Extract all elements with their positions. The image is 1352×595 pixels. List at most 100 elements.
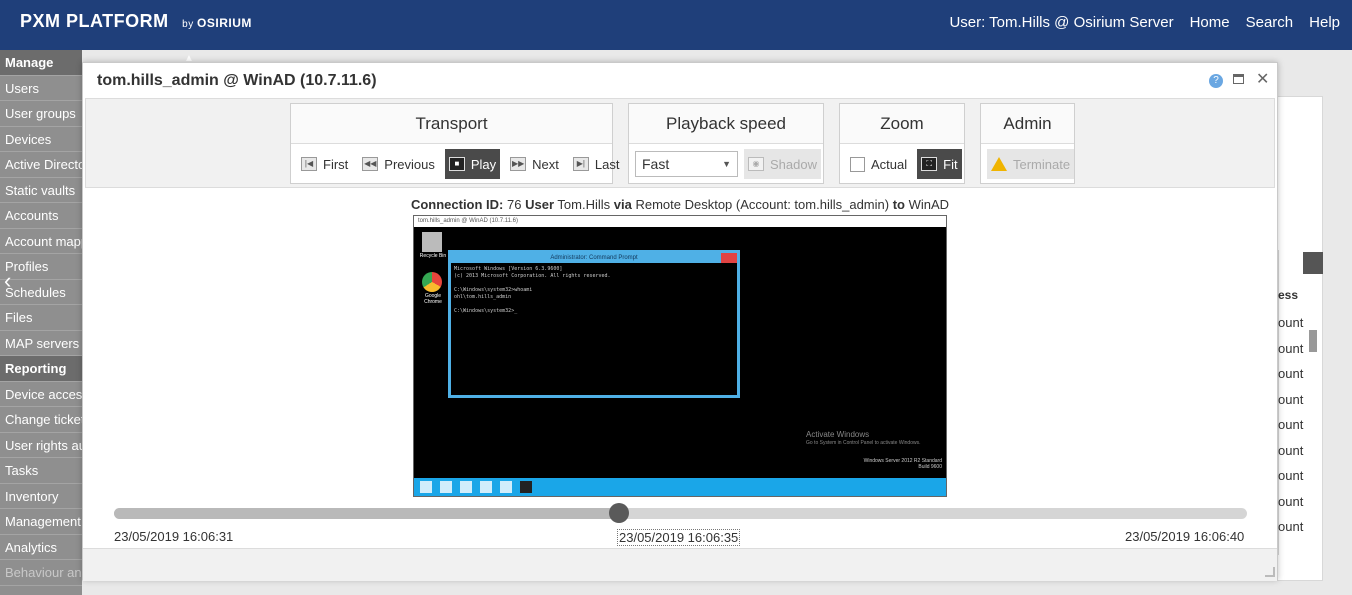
admin-group: Admin Terminate bbox=[980, 103, 1075, 184]
shadow-label: Shadow bbox=[770, 156, 817, 172]
background-table-cell: ount bbox=[1278, 391, 1304, 407]
sidebar-item[interactable]: Accounts bbox=[0, 203, 82, 229]
background-table-cell: ount bbox=[1278, 417, 1304, 432]
timeline-current: 23/05/2019 16:06:35 bbox=[617, 529, 741, 546]
background-table-cell: ount bbox=[1278, 366, 1304, 381]
admin-title: Admin bbox=[981, 104, 1074, 144]
sidebar-item[interactable]: Device access bbox=[0, 382, 82, 407]
previous-button[interactable]: ◀◀ Previous bbox=[358, 149, 439, 179]
actual-checkbox bbox=[850, 156, 865, 172]
recycle-bin-label: Recycle Bin bbox=[419, 253, 447, 259]
top-nav: User: Tom.Hills @ Osirium Server Home Se… bbox=[949, 14, 1340, 31]
timeline-handle[interactable] bbox=[609, 503, 630, 523]
fit-label: Fit bbox=[943, 156, 958, 172]
zoom-title: Zoom bbox=[840, 104, 964, 144]
zoom-group: Zoom Actual ⛶ Fit bbox=[839, 103, 965, 184]
next-icon: ▶▶ bbox=[510, 157, 527, 171]
chrome-label: Google Chrome bbox=[424, 293, 442, 305]
sidebar-item[interactable]: Files bbox=[0, 305, 82, 331]
playback-speed-value: Fast bbox=[642, 156, 670, 172]
actual-size-button[interactable]: Actual bbox=[846, 149, 911, 179]
timeline-start: 23/05/2019 16:06:31 bbox=[114, 529, 234, 544]
sidebar-item[interactable]: Schedules bbox=[0, 280, 82, 305]
sidebar-item[interactable]: MAP servers bbox=[0, 331, 82, 356]
close-icon[interactable]: ✕ bbox=[1256, 69, 1269, 89]
sidebar-section: Manage bbox=[0, 50, 82, 76]
fit-button[interactable]: ⛶ Fit bbox=[917, 149, 962, 179]
background-scrollbar-thumb[interactable] bbox=[1309, 330, 1317, 352]
windows-build: Build 9600 bbox=[918, 464, 942, 470]
help-icon[interactable]: ? bbox=[1209, 74, 1223, 88]
nav-help-link[interactable]: Help bbox=[1309, 14, 1340, 31]
current-user: User: Tom.Hills @ Osirium Server bbox=[949, 14, 1174, 31]
connection-via: Remote Desktop (Account: tom.hills_admin… bbox=[635, 197, 890, 212]
chrome-icon bbox=[422, 272, 442, 292]
next-label: Next bbox=[532, 156, 559, 172]
playback-timeline[interactable] bbox=[114, 503, 1247, 523]
transport-title: Transport bbox=[291, 104, 612, 144]
recording-taskbar bbox=[414, 478, 946, 496]
brand-by: by bbox=[182, 19, 194, 30]
sidebar-item[interactable]: Tasks bbox=[0, 458, 82, 484]
brand-logo[interactable]: PXM PLATFORM by OSIRIUM bbox=[20, 11, 252, 32]
top-bar: PXM PLATFORM by OSIRIUM User: Tom.Hills … bbox=[0, 0, 1352, 50]
sidebar-item[interactable]: Inventory bbox=[0, 484, 82, 509]
actual-label: Actual bbox=[871, 156, 908, 172]
server-manager-icon bbox=[440, 481, 452, 493]
connection-user: Tom.Hills bbox=[557, 197, 611, 212]
sidebar-item[interactable]: Profiles bbox=[0, 254, 82, 280]
chevron-down-icon: ▼ bbox=[722, 159, 731, 169]
filter-icon[interactable] bbox=[1303, 252, 1323, 274]
play-button[interactable]: ■ Play bbox=[444, 149, 501, 179]
playback-speed-select[interactable]: Fast ▼ bbox=[635, 151, 738, 177]
last-button[interactable]: ▶| Last bbox=[569, 149, 624, 179]
first-icon: |◀ bbox=[301, 157, 317, 171]
background-table-header: ess bbox=[1278, 288, 1299, 302]
sidebar-section: Reporting bbox=[0, 356, 82, 382]
resize-grip[interactable] bbox=[1265, 567, 1275, 577]
activate-title: Activate Windows bbox=[806, 430, 870, 439]
chevron-left-icon[interactable]: ‹ bbox=[4, 268, 11, 294]
maximize-icon[interactable] bbox=[1233, 74, 1244, 84]
next-button[interactable]: ▶▶ Next bbox=[506, 149, 563, 179]
dialog-footer bbox=[83, 548, 1277, 581]
background-table-cell: ount bbox=[1278, 340, 1304, 356]
terminate-label: Terminate bbox=[1013, 156, 1071, 172]
sidebar-item[interactable]: Analytics bbox=[0, 535, 82, 560]
transport-group: Transport |◀ First ◀◀ Previous ■ Play ▶▶ Nex… bbox=[290, 103, 619, 184]
playback-speed-group: Playback speed Fast ▼ ◉ Shadow bbox=[628, 103, 824, 184]
shadow-button[interactable]: ◉ Shadow bbox=[744, 149, 821, 179]
playback-speed-title: Playback speed bbox=[629, 104, 823, 144]
first-label: First bbox=[323, 156, 349, 172]
last-label: Last bbox=[594, 156, 620, 172]
sidebar-item[interactable]: Behaviour analytics bbox=[0, 560, 82, 586]
sidebar-item[interactable]: Static vaults bbox=[0, 178, 82, 203]
nav-home-link[interactable]: Home bbox=[1190, 14, 1230, 31]
sidebar-item[interactable]: Active Directory bbox=[0, 152, 82, 178]
first-button[interactable]: |◀ First bbox=[297, 149, 352, 179]
recording-window-title: tom.hills_admin @ WinAD (10.7.11.6) bbox=[414, 216, 946, 227]
sidebar-item[interactable]: Change tickets bbox=[0, 407, 82, 433]
powershell-icon bbox=[460, 481, 472, 493]
session-recording-view[interactable]: tom.hills_admin @ WinAD (10.7.11.6) Recy… bbox=[413, 215, 947, 497]
nav-search-link[interactable]: Search bbox=[1246, 14, 1294, 31]
background-table-cell: ount bbox=[1278, 519, 1304, 534]
terminate-button[interactable]: Terminate bbox=[987, 149, 1075, 179]
background-table-cell: ount bbox=[1278, 493, 1304, 509]
sidebar-item[interactable]: Users bbox=[0, 76, 82, 101]
last-icon: ▶| bbox=[572, 157, 589, 171]
sidebar-item[interactable]: Account mappings bbox=[0, 229, 82, 254]
sidebar-item[interactable]: User rights audit bbox=[0, 433, 82, 458]
timeline-progress bbox=[114, 508, 620, 519]
background-table-cell: ount bbox=[1278, 468, 1304, 483]
sidebar-item[interactable]: Management bbox=[0, 509, 82, 535]
folder-icon bbox=[480, 481, 492, 493]
sidebar-item[interactable]: Devices bbox=[0, 127, 82, 152]
background-table-cell: ount bbox=[1278, 315, 1304, 330]
windows-version: Windows Server 2012 R2 Standard Build 96… bbox=[864, 458, 942, 470]
sidebar-item[interactable]: User groups bbox=[0, 101, 82, 127]
connection-to: WinAD bbox=[908, 197, 950, 212]
background-table-cell: ount bbox=[1278, 442, 1304, 458]
activate-windows-watermark: Activate Windows Go to System in Control… bbox=[806, 430, 921, 448]
fit-icon: ⛶ bbox=[921, 157, 938, 171]
